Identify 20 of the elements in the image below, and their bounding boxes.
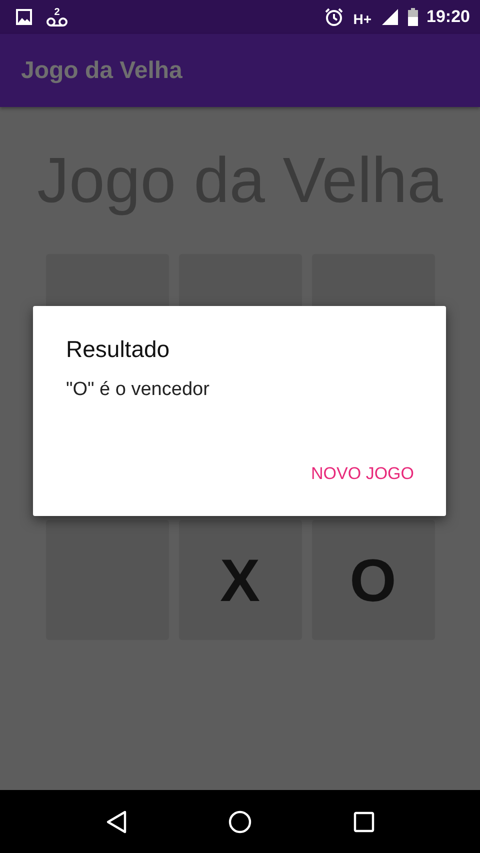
back-icon[interactable] <box>105 810 128 834</box>
cell-mark: X <box>220 546 260 614</box>
home-icon[interactable] <box>228 810 252 834</box>
network-type: H+ <box>353 11 372 27</box>
voicemail-icon <box>46 16 68 26</box>
alarm-icon <box>324 7 344 27</box>
signal-icon <box>380 8 399 26</box>
board-cell[interactable] <box>46 520 168 640</box>
new-game-button[interactable]: NOVO JOGO <box>311 458 414 490</box>
clock: 19:20 <box>426 7 470 27</box>
image-icon <box>16 9 32 25</box>
app-title: Jogo da Velha <box>21 56 182 84</box>
recents-icon[interactable] <box>352 810 375 832</box>
board-cell[interactable]: X <box>178 520 302 640</box>
dialog-message: "O" é o vencedor <box>66 379 210 401</box>
board-cell[interactable]: O <box>312 520 434 640</box>
cell-mark: O <box>350 546 396 614</box>
battery-icon <box>408 8 418 26</box>
voicemail-count: 2 <box>54 8 60 16</box>
dialog-title: Resultado <box>66 336 171 363</box>
